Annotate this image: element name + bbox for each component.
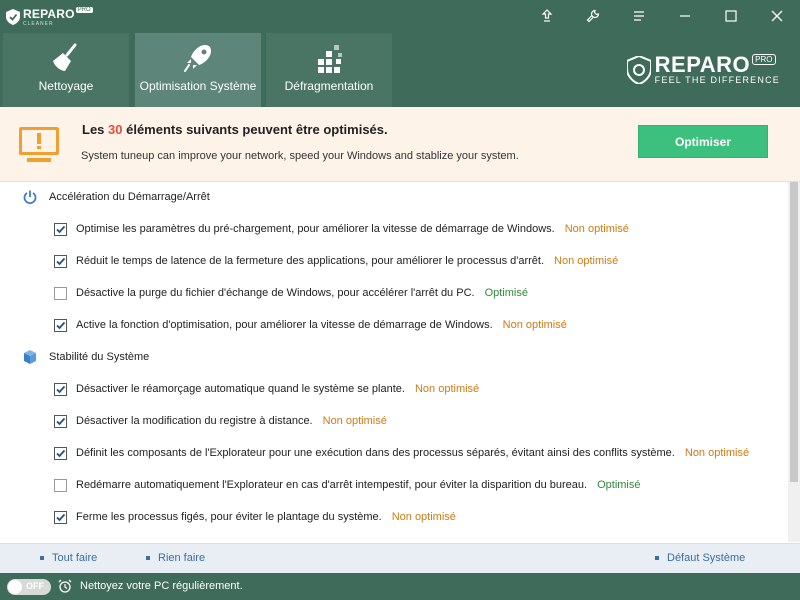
- brand-logo: REPARO PRO FEEL THE DIFFERENCE: [626, 52, 780, 85]
- status-badge: Non optimisé: [554, 255, 619, 267]
- tab-label: Défragmentation: [284, 79, 374, 93]
- menu-icon[interactable]: [616, 0, 662, 32]
- status-badge: Non optimisé: [564, 223, 629, 235]
- item-text: Optimise les paramètres du pré-chargemen…: [76, 223, 555, 235]
- item-text: Désactiver le réamorçage automatique qua…: [76, 383, 405, 395]
- upload-icon[interactable]: [524, 0, 570, 32]
- checkbox[interactable]: [54, 286, 67, 300]
- checkbox[interactable]: [54, 382, 67, 396]
- select-all-link[interactable]: Tout faire: [40, 552, 97, 564]
- banner-subtitle: System tuneup can improve your network, …: [81, 150, 519, 162]
- shield-logo-icon: [6, 9, 20, 25]
- defrag-icon: [318, 45, 342, 73]
- app-header: REPARO PRO CLEANER Nettoyage Optimisatio…: [0, 0, 800, 107]
- monitor-warning-icon: [19, 127, 59, 162]
- list-item[interactable]: Réduit le temps de latence de la fermetu…: [0, 251, 780, 271]
- close-icon[interactable]: [754, 0, 800, 32]
- status-badge: Optimisé: [597, 479, 641, 491]
- bullet-icon: [146, 556, 150, 561]
- tab-defragmentation[interactable]: Défragmentation: [266, 33, 392, 107]
- item-text: Redémarre automatiquement l'Explorateur …: [76, 479, 588, 491]
- bullet-icon: [655, 556, 659, 561]
- status-badge: Non optimisé: [322, 415, 387, 427]
- alarm-clock-icon: [58, 579, 72, 593]
- toggle-knob: [8, 580, 22, 594]
- window-controls: [524, 0, 800, 32]
- status-badge: Non optimisé: [391, 511, 456, 523]
- logo-name: REPARO: [23, 7, 75, 21]
- app-logo: REPARO PRO CLEANER: [6, 7, 93, 27]
- checkbox[interactable]: [54, 414, 67, 428]
- bullet-icon: [40, 556, 44, 561]
- checkbox[interactable]: [54, 222, 67, 236]
- item-text: Définit les composants de l'Explorateur …: [76, 447, 675, 459]
- banner-title-pre: Les: [82, 122, 109, 137]
- checkbox[interactable]: [54, 478, 67, 492]
- minimize-icon[interactable]: [662, 0, 708, 32]
- logo-sub: CLEANER: [23, 21, 54, 27]
- checkbox[interactable]: [54, 446, 67, 460]
- list-item[interactable]: Active la fonction d'optimisation, pour …: [0, 315, 780, 335]
- schedule-toggle[interactable]: OFF: [7, 579, 51, 595]
- status-message: Nettoyez votre PC régulièrement.: [80, 580, 243, 592]
- select-none-link[interactable]: Rien faire: [146, 552, 205, 564]
- brand-badge: PRO: [752, 54, 776, 65]
- system-default-label: Défaut Système: [667, 552, 746, 564]
- optimize-button[interactable]: Optimiser: [638, 125, 768, 158]
- list-item[interactable]: Redémarre automatiquement l'Explorateur …: [0, 475, 780, 495]
- banner-title-post: éléments suivants peuvent être optimisés…: [122, 122, 388, 137]
- brand-tagline: FEEL THE DIFFERENCE: [654, 75, 780, 85]
- section-title: Accélération du Démarrage/Arrêt: [49, 191, 210, 203]
- select-none-label: Rien faire: [158, 552, 206, 564]
- brand-name: REPARO: [654, 52, 751, 77]
- status-badge: Non optimisé: [414, 383, 480, 395]
- tab-label: Optimisation Système: [139, 79, 257, 93]
- tab-nettoyage[interactable]: Nettoyage: [3, 33, 129, 107]
- tab-optimisation[interactable]: Optimisation Système: [135, 33, 261, 107]
- broom-icon: [53, 43, 77, 71]
- status-badge: Optimisé: [484, 287, 528, 299]
- item-text: Désactive la purge du fichier d'échange …: [76, 287, 475, 299]
- list-item[interactable]: Optimise les paramètres du pré-chargemen…: [0, 219, 780, 239]
- list-item[interactable]: Désactiver le réamorçage automatique qua…: [0, 379, 780, 399]
- banner-title: Les 30 éléments suivants peuvent être op…: [82, 122, 388, 137]
- item-text: Ferme les processus figés, pour éviter l…: [76, 511, 382, 523]
- status-badge: Non optimisé: [684, 447, 750, 459]
- action-bar: Tout faire Rien faire Défaut Système: [0, 543, 800, 573]
- status-bar: OFF Nettoyez votre PC régulièrement.: [0, 573, 800, 600]
- system-default-link[interactable]: Défaut Système: [655, 552, 745, 564]
- power-icon: [23, 190, 37, 204]
- checkbox[interactable]: [54, 510, 67, 524]
- item-text: Active la fonction d'optimisation, pour …: [76, 319, 493, 331]
- optimizable-count: 30: [108, 122, 123, 137]
- toggle-label: OFF: [26, 581, 44, 591]
- maximize-icon[interactable]: [708, 0, 754, 32]
- item-text: Réduit le temps de latence de la fermetu…: [76, 255, 545, 267]
- scroll-thumb[interactable]: [790, 182, 798, 482]
- checkbox[interactable]: [54, 254, 67, 268]
- section-header: Stabilité du Système: [0, 349, 700, 365]
- tab-label: Nettoyage: [38, 79, 94, 93]
- section-title: Stabilité du Système: [49, 351, 150, 363]
- vertical-scrollbar[interactable]: [788, 182, 800, 542]
- checkbox[interactable]: [54, 318, 67, 332]
- list-item[interactable]: Désactiver la modification du registre à…: [0, 411, 780, 431]
- select-all-label: Tout faire: [52, 552, 98, 564]
- rocket-icon: [184, 45, 211, 72]
- item-text: Désactiver la modification du registre à…: [76, 415, 313, 427]
- list-item[interactable]: Ferme les processus figés, pour éviter l…: [0, 507, 780, 527]
- wrench-icon[interactable]: [570, 0, 616, 32]
- list-item[interactable]: Désactive la purge du fichier d'échange …: [0, 283, 780, 303]
- logo-badge: PRO: [75, 7, 93, 13]
- list-item[interactable]: Définit les composants de l'Explorateur …: [0, 443, 780, 463]
- shield-logo-icon: [626, 56, 651, 84]
- section-header: Accélération du Démarrage/Arrêt: [0, 189, 700, 205]
- optimization-list: Accélération du Démarrage/Arrêt Optimise…: [0, 182, 800, 542]
- status-badge: Non optimisé: [502, 319, 567, 331]
- cube-icon: [24, 350, 36, 364]
